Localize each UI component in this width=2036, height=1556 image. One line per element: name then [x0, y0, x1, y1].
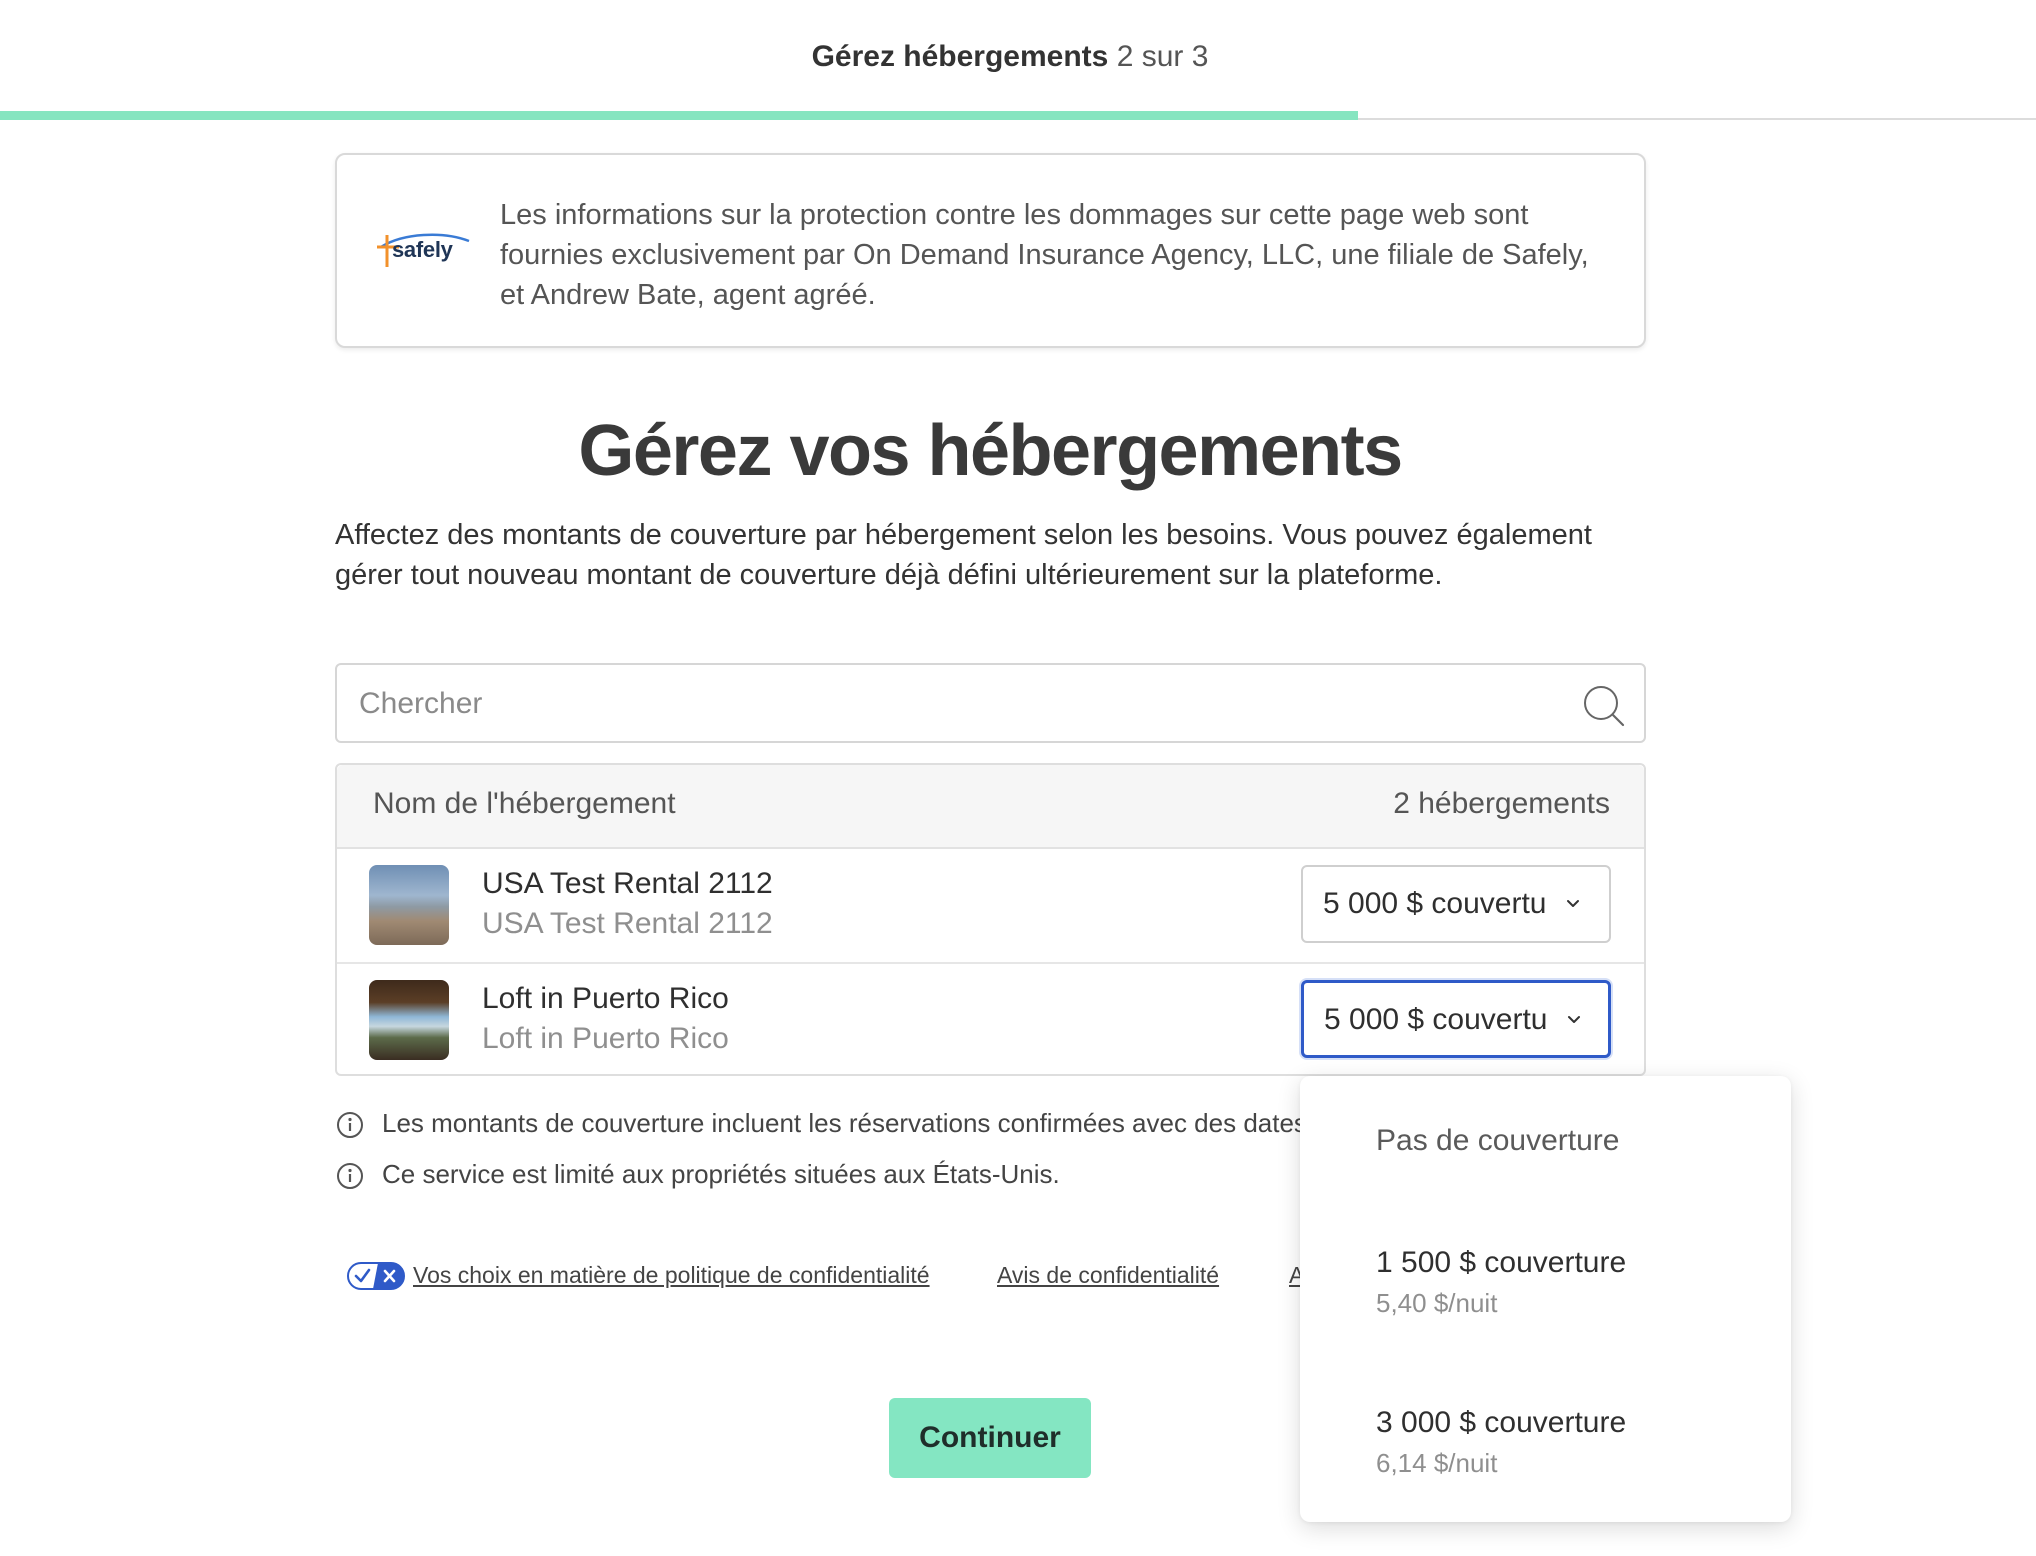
listing-count: 2 hébergements	[1393, 787, 1610, 820]
listing-thumbnail	[369, 980, 449, 1060]
coverage-select[interactable]: 5 000 $ couvertu	[1301, 865, 1611, 943]
step-indicator: Gérez hébergements 2 sur 3	[0, 40, 2020, 74]
continue-button[interactable]: Continuer	[889, 1398, 1091, 1478]
option-label: Pas de couverture	[1376, 1124, 1620, 1157]
page-description: Affectez des montants de couverture par …	[335, 519, 1592, 591]
step-title: Gérez hébergements	[811, 40, 1109, 73]
info-text: Ce service est limité aux propriétés sit…	[382, 1159, 1060, 1189]
privacy-choices-link[interactable]: Vos choix en matière de politique de con…	[413, 1262, 930, 1289]
top-bar: Gérez hébergements 2 sur 3	[0, 0, 2036, 120]
progress-track	[0, 111, 2036, 120]
coverage-select-value: 5 000 $ couvertu	[1324, 1003, 1548, 1036]
table-row: Loft in Puerto Rico Loft in Puerto Rico …	[337, 964, 1644, 1077]
page-title: Gérez vos hébergements	[578, 411, 1403, 491]
listing-subtitle: USA Test Rental 2112	[482, 907, 773, 940]
safely-logo-text: safely	[392, 237, 453, 262]
privacy-notice-link[interactable]: Avis de confidentialité	[997, 1262, 1219, 1289]
listing-name: USA Test Rental 2112	[482, 867, 773, 900]
info-icon	[337, 1163, 363, 1189]
coverage-option-1500[interactable]: 1 500 $ couverture 5,40 $/nuit	[1300, 1196, 1791, 1356]
search-input[interactable]	[357, 679, 1541, 729]
info-line: Ce service est limité aux propriétés sit…	[335, 1157, 1335, 1197]
privacy-toggle-icon[interactable]	[347, 1262, 405, 1290]
table-header: Nom de l'hébergement 2 hébergements	[337, 765, 1644, 849]
coverage-select-value: 5 000 $ couvertu	[1323, 887, 1547, 920]
search-box	[335, 663, 1646, 743]
option-price: 5,40 $/nuit	[1376, 1288, 1498, 1318]
listing-name: Loft in Puerto Rico	[482, 982, 729, 1015]
info-line: Les montants de couverture incluent les …	[335, 1106, 1335, 1146]
coverage-option-3000[interactable]: 3 000 $ couverture 6,14 $/nuit	[1300, 1356, 1791, 1516]
search-icon[interactable]	[1581, 683, 1627, 729]
chevron-down-icon	[1568, 1016, 1580, 1023]
coverage-select[interactable]: 5 000 $ couvertu	[1301, 980, 1611, 1058]
listing-thumbnail	[369, 865, 449, 945]
listings-table: Nom de l'hébergement 2 hébergements USA …	[335, 763, 1646, 1076]
option-label: 1 500 $ couverture	[1376, 1246, 1627, 1279]
chevron-down-icon	[1567, 900, 1579, 907]
progress-fill	[0, 111, 1358, 120]
info-icon	[337, 1112, 363, 1138]
notice-text: Les informations sur la protection contr…	[500, 199, 1589, 311]
coverage-option-none[interactable]: Pas de couverture	[1300, 1076, 1791, 1196]
option-price: 6,14 $/nuit	[1376, 1448, 1498, 1478]
table-row: USA Test Rental 2112 USA Test Rental 211…	[337, 849, 1644, 964]
step-progress: 2 sur 3	[1116, 40, 1209, 73]
coverage-dropdown-menu: Pas de couverture 1 500 $ couverture 5,4…	[1300, 1076, 1791, 1522]
insurance-notice: safely Les informations sur la protectio…	[335, 153, 1646, 348]
option-label: 3 000 $ couverture	[1376, 1406, 1627, 1439]
listing-subtitle: Loft in Puerto Rico	[482, 1022, 729, 1055]
column-header-name: Nom de l'hébergement	[373, 787, 676, 820]
info-text: Les montants de couverture incluent les …	[382, 1108, 1307, 1138]
